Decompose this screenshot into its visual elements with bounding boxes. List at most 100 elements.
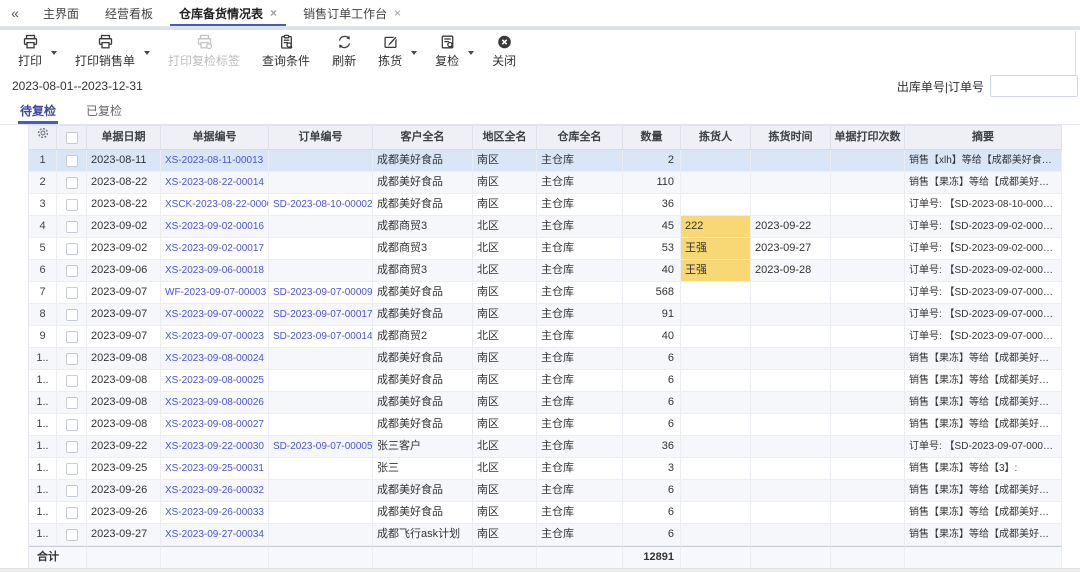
- col-header-picker[interactable]: 拣货人: [681, 125, 751, 150]
- row-checkbox[interactable]: [65, 176, 78, 189]
- doc-no-link[interactable]: XS-2023-08-22-00014: [161, 172, 269, 194]
- table-row[interactable]: 4 2023-09-02 XS-2023-09-02-00016 成都商贸3 北区 主仓库…: [29, 216, 1062, 238]
- row-checkbox[interactable]: [65, 374, 78, 387]
- doc-no-link[interactable]: XS-2023-09-08-00027: [161, 414, 269, 436]
- doc-no-link[interactable]: XS-2023-09-07-00022: [161, 304, 269, 326]
- doc-no-link[interactable]: XS-2023-08-11-00013: [161, 150, 269, 172]
- collapse-tabs-icon[interactable]: «: [0, 0, 30, 26]
- dropdown-caret-icon[interactable]: [51, 50, 58, 55]
- row-checkbox[interactable]: [65, 308, 78, 321]
- filter-row: 2023-08-01--2023-12-31 出库单号|订单号: [0, 73, 1080, 99]
- col-header-region[interactable]: 地区全名: [473, 125, 537, 150]
- doc-no-link[interactable]: XS-2023-09-02-00016: [161, 216, 269, 238]
- row-checkbox[interactable]: [65, 220, 78, 233]
- row-checkbox[interactable]: [65, 462, 78, 475]
- table-row[interactable]: 1.. 2023-09-08 XS-2023-09-08-00024 成都美好食品 南区…: [29, 348, 1062, 370]
- table-row[interactable]: 9 2023-09-07 XS-2023-09-07-00023 SD-2023-09…: [29, 326, 1062, 348]
- dropdown-caret-icon[interactable]: [411, 50, 418, 55]
- search-input[interactable]: [990, 75, 1078, 97]
- query-conditions-button[interactable]: 查询条件: [258, 33, 314, 70]
- doc-no-link[interactable]: XS-2023-09-08-00024: [161, 348, 269, 370]
- select-all-checkbox[interactable]: [65, 131, 78, 144]
- row-checkbox[interactable]: [65, 242, 78, 255]
- row-checkbox[interactable]: [65, 396, 78, 409]
- row-checkbox[interactable]: [65, 484, 78, 497]
- recheck-button[interactable]: 复检: [431, 33, 463, 70]
- doc-no-link[interactable]: XS-2023-09-26-00033: [161, 502, 269, 524]
- table-row[interactable]: 3 2023-08-22 XSCK-2023-08-22-00001 SD-2023-…: [29, 194, 1062, 216]
- col-header-warehouse[interactable]: 仓库全名: [537, 125, 623, 150]
- row-checkbox[interactable]: [65, 198, 78, 211]
- table-row[interactable]: 1.. 2023-09-22 XS-2023-09-22-00030 SD-2023-…: [29, 436, 1062, 458]
- tab-sales-workbench[interactable]: 销售订单工作台 ×: [290, 0, 414, 26]
- pick-time-cell: [751, 172, 831, 194]
- row-checkbox[interactable]: [65, 352, 78, 365]
- col-header-order-no[interactable]: 订单编号: [269, 125, 373, 150]
- table-row[interactable]: 1.. 2023-09-25 XS-2023-09-25-00031 张三 北区 主仓库 3…: [29, 458, 1062, 480]
- tab-main[interactable]: 主界面: [30, 0, 92, 26]
- doc-no-link[interactable]: XS-2023-09-25-00031: [161, 458, 269, 480]
- col-header-doc-date[interactable]: 单据日期: [87, 125, 161, 150]
- order-no-link[interactable]: SD-2023-09-07-00009: [269, 282, 373, 304]
- row-checkbox[interactable]: [65, 440, 78, 453]
- table-row[interactable]: 1.. 2023-09-08 XS-2023-09-08-00026 成都美好食品 南区…: [29, 392, 1062, 414]
- doc-no-link[interactable]: XSCK-2023-08-22-00001: [161, 194, 269, 216]
- doc-no-link[interactable]: WF-2023-09-07-00003: [161, 282, 269, 304]
- doc-date-cell: 2023-09-08: [87, 348, 161, 370]
- picker-cell: [681, 172, 751, 194]
- table-row[interactable]: 6 2023-09-06 XS-2023-09-06-00018 成都商贸3 北区 主仓库…: [29, 260, 1062, 282]
- col-header-quantity[interactable]: 数量: [623, 125, 681, 150]
- doc-no-link[interactable]: XS-2023-09-08-00025: [161, 370, 269, 392]
- table-row[interactable]: 7 2023-09-07 WF-2023-09-07-00003 SD-2023-09…: [29, 282, 1062, 304]
- table-row[interactable]: 1 2023-08-11 XS-2023-08-11-00013 成都美好食品 南区 主仓…: [29, 150, 1062, 172]
- dropdown-caret-icon[interactable]: [144, 50, 151, 55]
- col-header-pick-time[interactable]: 拣货时间: [751, 125, 831, 150]
- table-row[interactable]: 8 2023-09-07 XS-2023-09-07-00022 SD-2023-09…: [29, 304, 1062, 326]
- table-row[interactable]: 5 2023-09-02 XS-2023-09-02-00017 成都商贸3 北区 主仓库…: [29, 238, 1062, 260]
- close-tab-icon[interactable]: ×: [394, 7, 401, 19]
- tab-dashboard[interactable]: 经营看板: [92, 0, 166, 26]
- col-header-doc-no[interactable]: 单据编号: [161, 125, 269, 150]
- col-header-customer[interactable]: 客户全名: [373, 125, 473, 150]
- subtab-pending-recheck[interactable]: 待复检: [18, 99, 59, 124]
- row-checkbox[interactable]: [65, 528, 78, 541]
- refresh-button[interactable]: 刷新: [328, 33, 360, 70]
- col-header-print-count[interactable]: 单据打印次数: [831, 125, 905, 150]
- doc-no-link[interactable]: XS-2023-09-26-00032: [161, 480, 269, 502]
- column-settings-button[interactable]: [29, 125, 57, 150]
- col-header-summary[interactable]: 摘要: [905, 125, 1062, 150]
- pick-button[interactable]: 拣货: [374, 33, 406, 70]
- table-row[interactable]: 2 2023-08-22 XS-2023-08-22-00014 成都美好食品 南区 主仓…: [29, 172, 1062, 194]
- close-button[interactable]: 关闭: [488, 33, 520, 70]
- doc-no-link[interactable]: XS-2023-09-27-00034: [161, 524, 269, 546]
- button-label: 打印复检标签: [168, 54, 241, 68]
- table-row[interactable]: 1.. 2023-09-08 XS-2023-09-08-00027 成都美好食品 南区…: [29, 414, 1062, 436]
- row-checkbox[interactable]: [65, 418, 78, 431]
- doc-no-link[interactable]: XS-2023-09-08-00026: [161, 392, 269, 414]
- row-checkbox[interactable]: [65, 506, 78, 519]
- doc-no-link[interactable]: XS-2023-09-06-00018: [161, 260, 269, 282]
- horizontal-scrollbar[interactable]: [0, 568, 1080, 572]
- order-no-link[interactable]: SD-2023-08-10-00002: [269, 194, 373, 216]
- table-row[interactable]: 1.. 2023-09-26 XS-2023-09-26-00032 成都美好食品 南区…: [29, 480, 1062, 502]
- print-sales-order-button[interactable]: 打印销售单: [71, 33, 139, 70]
- tab-warehouse-report[interactable]: 仓库备货情况表 ×: [166, 0, 290, 26]
- row-checkbox[interactable]: [65, 286, 78, 299]
- doc-no-link[interactable]: XS-2023-09-02-00017: [161, 238, 269, 260]
- date-range[interactable]: 2023-08-01--2023-12-31: [12, 79, 143, 93]
- order-no-link[interactable]: SD-2023-09-07-00014: [269, 326, 373, 348]
- subtab-rechecked[interactable]: 已复检: [84, 99, 124, 124]
- doc-no-link[interactable]: XS-2023-09-07-00023: [161, 326, 269, 348]
- row-checkbox[interactable]: [65, 330, 78, 343]
- order-no-link[interactable]: SD-2023-09-07-00017: [269, 304, 373, 326]
- print-button[interactable]: 打印: [14, 33, 46, 70]
- order-no-link[interactable]: SD-2023-09-07-00005: [269, 436, 373, 458]
- row-checkbox[interactable]: [65, 264, 78, 277]
- table-row[interactable]: 1.. 2023-09-26 XS-2023-09-26-00033 成都美好食品 南区…: [29, 502, 1062, 524]
- close-tab-icon[interactable]: ×: [270, 7, 277, 19]
- table-row[interactable]: 1.. 2023-09-27 XS-2023-09-27-00034 成都飞行ask计…: [29, 524, 1062, 546]
- table-row[interactable]: 1.. 2023-09-08 XS-2023-09-08-00025 成都美好食品 南区…: [29, 370, 1062, 392]
- row-checkbox[interactable]: [65, 154, 78, 167]
- dropdown-caret-icon[interactable]: [468, 50, 475, 55]
- doc-no-link[interactable]: XS-2023-09-22-00030: [161, 436, 269, 458]
